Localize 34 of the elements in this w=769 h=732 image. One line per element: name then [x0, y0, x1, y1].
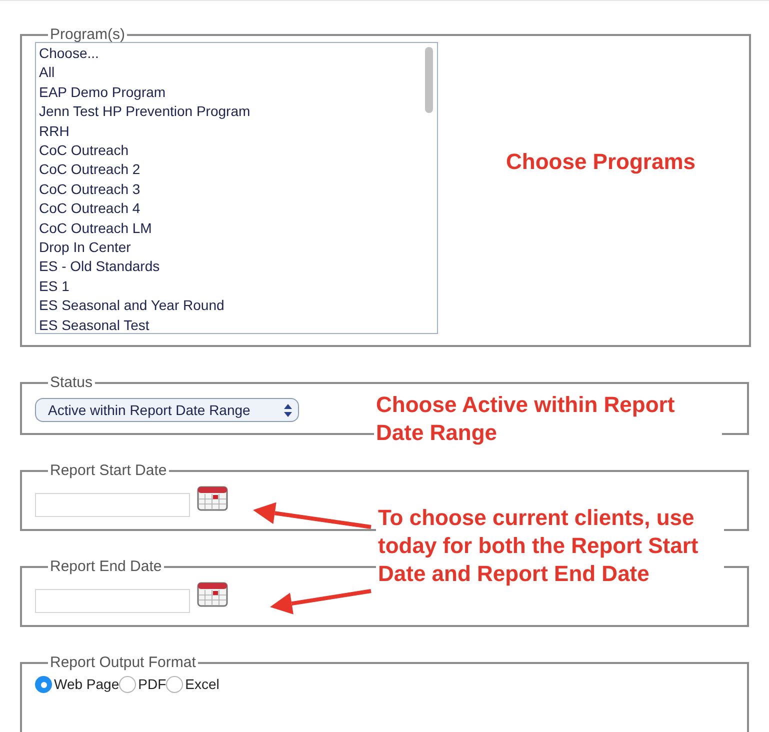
- program-option[interactable]: ES Seasonal Test: [39, 316, 419, 333]
- program-option[interactable]: CoC Outreach 2: [39, 160, 419, 180]
- program-option[interactable]: ES 1: [39, 276, 419, 296]
- programs-listbox[interactable]: [35, 42, 438, 334]
- radio-label: PDF: [138, 675, 166, 694]
- group-legend: Status: [48, 374, 95, 392]
- program-option[interactable]: RRH: [39, 122, 419, 142]
- radio-label: Web Page: [54, 675, 120, 694]
- calendar-icon[interactable]: [197, 582, 228, 607]
- scrollbar-thumb[interactable]: [425, 47, 433, 113]
- program-option[interactable]: Choose...: [39, 44, 419, 64]
- radio-label: Excel: [185, 675, 220, 694]
- calendar-icon[interactable]: [197, 486, 228, 511]
- date-input[interactable]: [35, 589, 190, 613]
- status-select[interactable]: Active within Report Date Range: [35, 398, 299, 422]
- group-legend: Report End Date: [48, 558, 164, 576]
- group-legend: Report Start Date: [48, 462, 169, 480]
- up-down-caret-icon: [284, 404, 292, 416]
- group-legend: Program(s): [48, 26, 128, 44]
- program-option[interactable]: CoC Outreach LM: [39, 218, 419, 238]
- program-option[interactable]: All: [39, 63, 419, 83]
- radio-button[interactable]: [35, 676, 52, 693]
- program-option[interactable]: CoC Outreach 4: [39, 199, 419, 219]
- program-option[interactable]: Jenn Test HP Prevention Program: [39, 102, 419, 122]
- program-option[interactable]: Drop In Center: [39, 238, 419, 258]
- program-option[interactable]: CoC Outreach 3: [39, 180, 419, 200]
- program-option[interactable]: ES Seasonal and Year Round: [39, 296, 419, 316]
- date-input[interactable]: [35, 493, 190, 517]
- program-option[interactable]: ES - Old Standards: [39, 257, 419, 277]
- group-legend: Report Output Format: [48, 654, 198, 672]
- radio-button[interactable]: [166, 676, 184, 693]
- program-option[interactable]: EAP Demo Program: [39, 82, 419, 102]
- radio-button[interactable]: [119, 676, 136, 693]
- program-option[interactable]: CoC Outreach: [39, 141, 419, 160]
